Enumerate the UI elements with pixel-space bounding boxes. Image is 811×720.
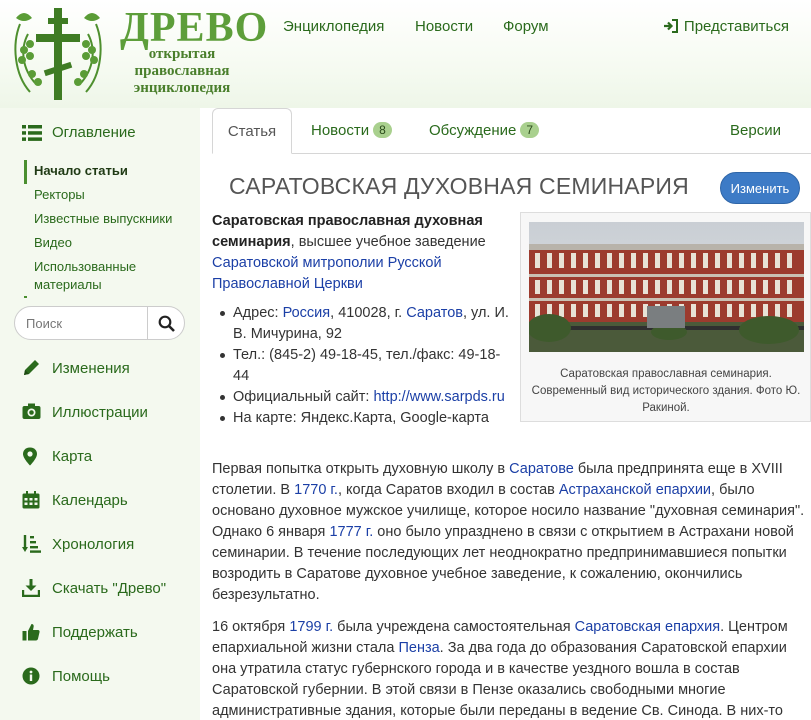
site-logo[interactable]: ДРЕВО открытая православная энциклопедия — [10, 4, 267, 104]
link-saratov[interactable]: Саратове — [509, 461, 574, 477]
search-icon — [158, 315, 175, 332]
discussion-count-badge: 7 — [520, 122, 540, 138]
menu-help[interactable]: Помощь — [22, 666, 192, 688]
toc-item-video[interactable]: Видео — [27, 232, 194, 254]
menu-label: Скачать "Древо" — [52, 580, 167, 597]
orthodox-cross-logo-icon — [14, 8, 102, 100]
lead-text: , высшее учебное заведение — [290, 234, 486, 250]
menu-calendar[interactable]: Календарь — [22, 490, 192, 512]
page-title: САРАТОВСКАЯ ДУХОВНАЯ СЕМИНАРИЯ — [229, 173, 689, 199]
menu-map[interactable]: Карта — [22, 446, 192, 468]
address-item: Адрес: Россия, 410028, г. Саратов, ул. И… — [212, 303, 512, 345]
pencil-icon — [24, 360, 39, 375]
details-list: Адрес: Россия, 410028, г. Саратов, ул. И… — [212, 303, 512, 429]
seminary-building-photo[interactable] — [529, 222, 804, 352]
article-tabs: Статья Новости 8 Обсуждение 7 Версии — [212, 108, 811, 154]
article-paragraph-1: Первая попытка открыть духовную школу в … — [212, 459, 808, 606]
thumbs-up-icon — [22, 624, 40, 641]
search-button[interactable] — [147, 306, 185, 340]
menu-download[interactable]: Скачать "Древо" — [22, 578, 192, 600]
list-icon — [22, 125, 42, 141]
country-link[interactable]: Россия — [283, 305, 331, 321]
text: 16 октября — [212, 619, 290, 635]
login-link[interactable]: Представиться — [663, 18, 789, 35]
logo-subtitle: открытая православная энциклопедия — [133, 46, 231, 96]
article-lead: Саратовская православная духовная семина… — [212, 211, 492, 295]
camera-icon — [22, 403, 41, 419]
tab-news-label: Новости — [311, 122, 370, 139]
link-penza[interactable]: Пенза — [398, 640, 439, 656]
edit-button[interactable]: Изменить — [720, 172, 800, 204]
toc-title: Оглавление — [52, 124, 136, 141]
menu-label: Календарь — [52, 492, 128, 509]
map-item: На карте: Яндекс.Карта, Google-карта — [212, 408, 512, 429]
info-circle-icon — [22, 667, 40, 685]
menu-label: Поддержать — [52, 624, 138, 641]
link-year-1799[interactable]: 1799 г. — [289, 619, 333, 635]
sidebar: Оглавление Начало статьи Ректоры Известн… — [0, 108, 200, 720]
site-label: Официальный сайт: — [233, 389, 374, 405]
toc-list: Начало статьи Ректоры Известные выпускни… — [24, 160, 194, 298]
menu-support[interactable]: Поддержать — [22, 622, 192, 644]
menu-label: Хронология — [52, 536, 135, 553]
menu-chronology[interactable]: Хронология — [22, 534, 192, 556]
text: Первая попытка открыть духовную школу в — [212, 461, 510, 477]
photo-frame: Саратовская православная семинария. Совр… — [520, 212, 811, 422]
link-year-1770[interactable]: 1770 г. — [294, 482, 338, 498]
link-astrakhan-eparchy[interactable]: Астраханской епархии — [559, 482, 711, 498]
sort-list-icon — [22, 535, 41, 553]
tab-discussion[interactable]: Обсуждение 7 — [429, 108, 540, 154]
city-link[interactable]: Саратов — [406, 305, 463, 321]
search-box — [14, 306, 185, 340]
map-marker-icon — [23, 447, 37, 466]
toc-item-sources[interactable]: Использованные материалы — [27, 256, 194, 296]
tab-article[interactable]: Статья — [212, 108, 292, 154]
search-input[interactable] — [14, 306, 148, 340]
text: была учреждена самостоятельная — [333, 619, 575, 635]
link-saratov-eparchy[interactable]: Саратовская епархия — [575, 619, 721, 635]
sign-in-icon — [663, 19, 678, 33]
site-link[interactable]: http://www.sarpds.ru — [373, 389, 504, 405]
menu-label: Иллюстрации — [52, 404, 148, 421]
link-year-1777[interactable]: 1777 г. — [329, 524, 373, 540]
toc-item-rectors[interactable]: Ректоры — [27, 184, 194, 206]
toc-item-start[interactable]: Начало статьи — [27, 160, 194, 182]
menu-illustrations[interactable]: Иллюстрации — [22, 402, 192, 424]
tab-versions[interactable]: Версии — [730, 108, 781, 154]
text: , когда Саратов входил в состав — [337, 482, 559, 498]
nav-forum[interactable]: Форум — [503, 18, 549, 35]
lead-link-metropolis[interactable]: Саратовской митрополии Русской Православ… — [212, 255, 442, 292]
logo-title: ДРЕВО — [120, 5, 269, 51]
download-icon — [22, 579, 40, 597]
phone-item: Тел.: (845-2) 49-18-45, тел./факс: 49-18… — [212, 345, 512, 387]
photo-caption: Саратовская православная семинария. Совр… — [531, 368, 801, 414]
site-header: ДРЕВО открытая православная энциклопедия… — [0, 0, 811, 108]
news-count-badge: 8 — [373, 122, 392, 138]
login-label: Представиться — [683, 18, 789, 35]
menu-label: Изменения — [52, 360, 130, 377]
address-label: Адрес: — [233, 305, 283, 321]
article-paragraph-2: 16 октября 1799 г. была учреждена самост… — [212, 617, 808, 720]
nav-encyclopedia[interactable]: Энциклопедия — [283, 18, 384, 35]
calendar-icon — [22, 491, 40, 509]
tab-news[interactable]: Новости 8 — [311, 108, 392, 154]
site-item: Официальный сайт: http://www.sarpds.ru — [212, 387, 512, 408]
nav-news[interactable]: Новости — [415, 18, 473, 35]
tab-discussion-label: Обсуждение — [429, 122, 517, 139]
menu-label: Помощь — [52, 668, 110, 685]
menu-label: Карта — [52, 448, 93, 465]
menu-changes[interactable]: Изменения — [22, 358, 192, 380]
address-mid: , 410028, г. — [330, 305, 407, 321]
toc-item-alumni[interactable]: Известные выпускники — [27, 208, 194, 230]
